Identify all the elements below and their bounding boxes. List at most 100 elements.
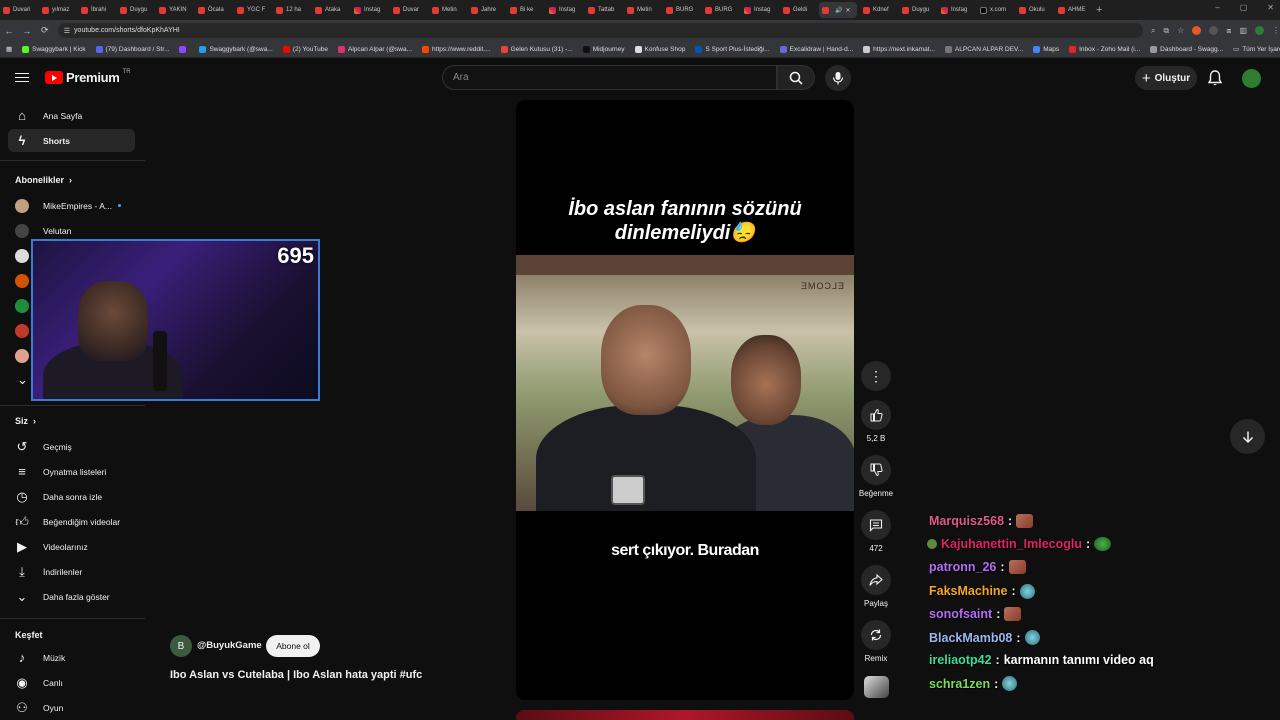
sidebar-item[interactable]: ⌂ Ana Sayfa	[8, 104, 135, 127]
remix-button[interactable]: Remix	[860, 620, 892, 663]
browser-tab[interactable]: BURG	[663, 2, 699, 18]
bookmark-item[interactable]: Inbox - Zoho Mail (i...	[1069, 45, 1140, 53]
bookmark-star-icon[interactable]: ☆	[1177, 26, 1184, 35]
forward-icon[interactable]: →	[18, 26, 36, 36]
bookmark-item[interactable]: Swaggybark | Kick	[22, 45, 86, 53]
all-bookmarks[interactable]: ▭Tüm Yer İşaretleri	[1233, 45, 1280, 54]
sidebar-item[interactable]: ◷ Daha sonra izle	[8, 485, 135, 508]
next-short-preview[interactable]	[516, 710, 854, 720]
minimize-icon[interactable]: –	[1215, 3, 1219, 12]
browser-tab[interactable]: Okulu	[1016, 2, 1052, 18]
channel-avatar[interactable]	[15, 324, 29, 338]
voice-search-button[interactable]	[825, 65, 851, 91]
sidebar-item[interactable]: ⤓ İndirilenler	[8, 560, 135, 583]
browser-tab[interactable]: Duygu	[899, 2, 935, 18]
account-avatar[interactable]	[1242, 69, 1261, 88]
sidebar-item[interactable]: ϟ Shorts	[8, 129, 135, 152]
subscriptions-heading[interactable]: Abonelikler ›	[15, 175, 72, 185]
subscription-item[interactable]: MikeEmpires - A...	[8, 194, 135, 217]
browser-tab[interactable]: Geldi	[780, 2, 816, 18]
search-input[interactable]: Ara	[442, 65, 777, 90]
zoom-icon[interactable]: ⌕	[1151, 26, 1155, 36]
bookmark-item[interactable]: Konfuse Shop	[634, 45, 685, 53]
browser-tab[interactable]: Instag	[741, 2, 777, 18]
more-options-button[interactable]: ⋮	[860, 361, 892, 395]
sidebar-item[interactable]: ◉ Canlı	[8, 671, 135, 694]
short-video-player[interactable]: İbo aslan fanının sözünü dinlemeliydi😓 E…	[516, 100, 854, 700]
browser-tab[interactable]: Duvari	[0, 2, 36, 18]
browser-tab[interactable]: Tattab	[585, 2, 621, 18]
notifications-button[interactable]	[1207, 69, 1223, 87]
channel-avatar[interactable]	[15, 299, 29, 313]
site-info-icon[interactable]: ☰	[64, 27, 70, 35]
comments-button[interactable]: 472	[860, 510, 892, 553]
browser-tab[interactable]: Metin	[624, 2, 660, 18]
maximize-icon[interactable]: ▢	[1240, 3, 1248, 12]
browser-tab[interactable]: AHME	[1055, 2, 1091, 18]
bookmark-item[interactable]: Alpcan Alpar (@swa...	[337, 45, 412, 53]
browser-tab[interactable]: Duvar	[390, 2, 426, 18]
address-bar[interactable]: ☰ youtube.com/shorts/dfoKpKhAYHI	[57, 23, 1143, 38]
bookmark-item[interactable]: Midjourney	[582, 45, 625, 53]
channel-avatar[interactable]	[15, 349, 29, 363]
new-tab-icon[interactable]: +	[1096, 4, 1102, 16]
channel-avatar[interactable]: B	[170, 635, 192, 657]
browser-tab[interactable]: Instag	[351, 2, 387, 18]
browser-tab[interactable]: Duygu	[117, 2, 153, 18]
sound-thumbnail[interactable]	[864, 676, 889, 698]
browser-tab[interactable]: 12 ha	[273, 2, 309, 18]
browser-tab[interactable]: Bi ke	[507, 2, 543, 18]
sidebar-item[interactable]: ⚇ Oyun	[8, 696, 135, 719]
search-button[interactable]	[777, 65, 815, 90]
channel-avatar[interactable]	[15, 249, 29, 263]
like-button[interactable]: 5,2 B	[860, 400, 892, 443]
bookmark-item[interactable]: Gelen Kutusu (31) -...	[500, 45, 573, 53]
sidebar-item[interactable]: ≡ Oynatma listeleri	[8, 460, 135, 483]
browser-tab[interactable]: Öcala	[195, 2, 231, 18]
browser-tab[interactable]: BURG	[702, 2, 738, 18]
dislike-button[interactable]: Beğenme	[856, 455, 896, 498]
close-tab-icon[interactable]: ✕	[845, 7, 850, 14]
browser-tab[interactable]: Metin	[429, 2, 465, 18]
browser-tab[interactable]: Ataka	[312, 2, 348, 18]
sidebar-item[interactable]: ▶ Videolarınız	[8, 535, 135, 558]
channel-name[interactable]: @BuyukGame	[197, 640, 262, 651]
bookmark-item[interactable]: (2) YouTube	[282, 45, 328, 53]
sidebar-item[interactable]: 👍︎ Beğendiğim videolar	[8, 510, 135, 533]
menu-icon[interactable]	[15, 70, 29, 84]
bookmark-item[interactable]: Dashboard - Swagg...	[1150, 45, 1223, 53]
you-heading[interactable]: Siz ›	[15, 416, 36, 426]
bookmark-item[interactable]: (79) Dashboard / Str...	[95, 45, 169, 53]
extensions-puzzle-icon[interactable]: ⧈	[1226, 26, 1231, 36]
extension-icon[interactable]	[1209, 26, 1219, 35]
bookmark-item[interactable]: Swaggybark (@swa...	[199, 45, 273, 53]
video-title[interactable]: Ibo Aslan vs Cutelaba | Ibo Aslan hata y…	[170, 669, 422, 681]
next-video-button[interactable]	[1230, 419, 1265, 454]
install-icon[interactable]: ⧉	[1163, 26, 1169, 36]
bookmark-item[interactable]: ALPCAN ALPAR DEV...	[944, 45, 1023, 53]
show-more-subscriptions-icon[interactable]: ⌄	[17, 372, 28, 388]
create-button[interactable]: + Oluştur	[1135, 66, 1197, 90]
sidebar-item[interactable]: ♪ Müzik	[8, 646, 135, 669]
speaker-icon[interactable]: 🔊	[835, 7, 842, 14]
bookmark-item[interactable]: https://next.inkamat...	[863, 45, 935, 53]
browser-tab[interactable]: Instag	[938, 2, 974, 18]
close-icon[interactable]: ✕	[1267, 3, 1274, 12]
bookmark-item[interactable]: S Sport Plus-İstediği...	[695, 45, 770, 53]
channel-avatar[interactable]	[15, 274, 29, 288]
browser-tab[interactable]: Kdnef	[860, 2, 896, 18]
bookmark-item[interactable]	[179, 45, 189, 53]
browser-tab[interactable]: 🔊 ✕	[819, 2, 857, 18]
browser-tab[interactable]: Instag	[546, 2, 582, 18]
sidebar-item[interactable]: ⌄ Daha fazla göster	[8, 585, 135, 608]
browser-tab[interactable]: YAKIN	[156, 2, 192, 18]
profile-icon[interactable]	[1255, 26, 1264, 35]
apps-grid-icon[interactable]: ▦	[6, 45, 12, 53]
back-icon[interactable]: ←	[0, 26, 18, 36]
bookmark-item[interactable]: Maps	[1033, 45, 1059, 53]
browser-tab[interactable]: Jahre	[468, 2, 504, 18]
reload-icon[interactable]: ⟳	[36, 25, 54, 36]
browser-tab[interactable]: YGC F	[234, 2, 270, 18]
browser-menu-icon[interactable]: ⋮	[1272, 26, 1280, 35]
subscribe-button[interactable]: Abone ol	[266, 635, 320, 657]
